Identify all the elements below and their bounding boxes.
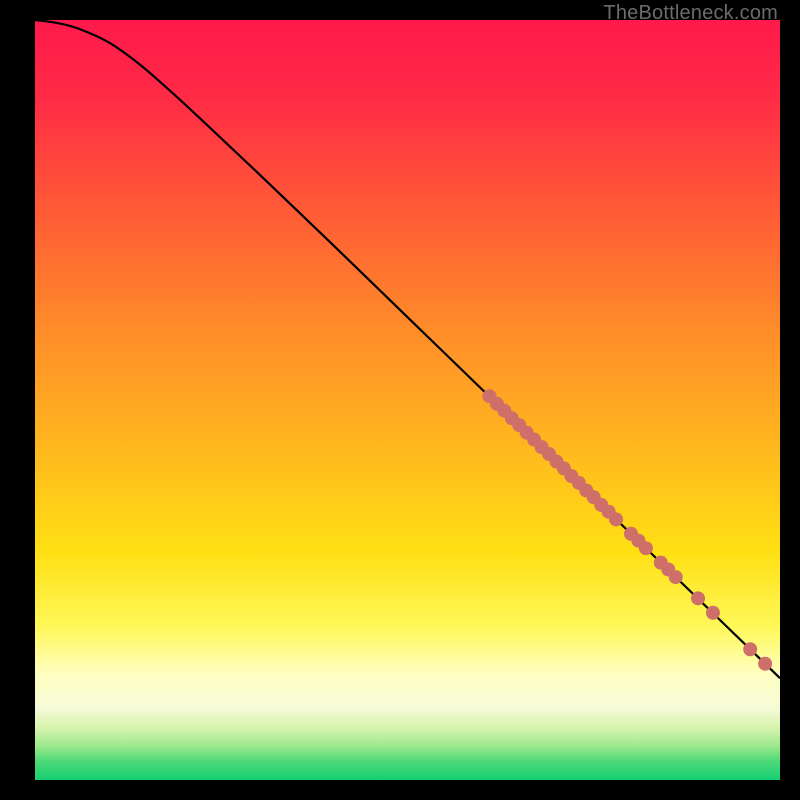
chart-marker [669,570,683,584]
chart-marker [609,512,623,526]
chart-marker [639,541,653,555]
chart-background [35,20,780,780]
chart-frame [35,20,780,780]
chart-marker [758,657,772,671]
chart-svg [35,20,780,780]
watermark-text: TheBottleneck.com [603,2,778,25]
chart-marker [691,591,705,605]
chart-marker [706,606,720,620]
chart-marker [743,642,757,656]
